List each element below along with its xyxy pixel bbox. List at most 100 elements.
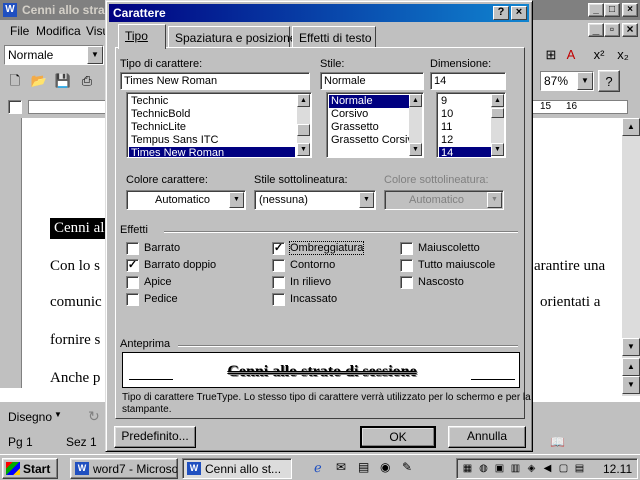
checkbox-pedice[interactable]: Pedice [126,293,178,307]
checkbox-box[interactable]: ✓ [272,242,285,255]
checkbox-box[interactable] [272,259,285,272]
scroll-up-icon[interactable]: ▲ [409,94,422,107]
open-folder-icon[interactable]: 📂 [28,70,50,92]
rotate-icon[interactable]: ↻ [88,408,100,425]
tray-app-icon[interactable]: ▢ [557,462,570,475]
chevron-down-icon[interactable]: ▼ [229,192,244,208]
checkbox-box[interactable]: ✓ [126,259,139,272]
scroll-up-icon[interactable]: ▲ [297,94,310,107]
checkbox-contorno[interactable]: Contorno [272,259,335,273]
size-list[interactable]: 9 10 11 12 14 ▲ ▼ [436,92,506,158]
tray-network-icon[interactable]: ▦ [461,462,474,475]
superscript-icon[interactable]: x² [588,44,610,66]
tray-app-icon[interactable]: ▤ [573,462,586,475]
ok-button[interactable]: OK [360,426,436,448]
scroll-up-icon[interactable]: ▲ [491,94,504,107]
checkbox-box[interactable] [126,276,139,289]
spellcheck-icon[interactable]: 📖 [550,435,565,449]
tray-globe-icon[interactable]: ◍ [477,462,490,475]
list-item-selected[interactable]: 14 [439,147,491,157]
tab-selector[interactable] [8,100,22,114]
checkbox-box[interactable] [400,276,413,289]
scroll-down-icon[interactable]: ▼ [622,338,640,356]
list-item[interactable]: TechnicBold [129,108,295,121]
checkbox-box[interactable] [400,242,413,255]
scroll-down-icon[interactable]: ▼ [409,143,422,156]
chevron-down-icon[interactable]: ▼ [577,72,593,90]
cancel-button[interactable]: Annulla [448,426,526,448]
start-button[interactable]: Start [2,458,58,479]
help-icon[interactable]: ? [598,70,620,92]
style-combo[interactable]: Normale ▼ [4,45,104,65]
font-list-scrollbar[interactable]: ▲ ▼ [297,94,310,156]
list-item[interactable]: 12 [439,134,491,147]
clock[interactable]: 12.11 [603,462,632,476]
checkbox-ombreggiatura[interactable]: ✓ Ombreggiatura [272,241,365,256]
prev-page-icon[interactable]: ▲ [622,358,640,376]
tray-app-icon[interactable]: ▥ [509,462,522,475]
dialog-title-bar[interactable]: Carattere ? × [109,4,529,22]
checkbox-box[interactable] [126,293,139,306]
border-icon[interactable]: ⊞ [540,44,562,66]
style-list-scrollbar[interactable]: ▲ ▼ [409,94,422,156]
list-item[interactable]: Grassetto Corsivo [329,134,409,147]
edit-icon[interactable]: ✎ [402,460,412,474]
tray-volume-icon[interactable]: ◀ [541,462,554,475]
font-input[interactable]: Times New Roman [120,72,310,90]
font-list[interactable]: Technic TechnicBold TechnicLite Tempus S… [126,92,312,158]
size-input[interactable]: 14 [430,72,506,90]
chevron-down-icon[interactable]: ▼ [54,410,62,419]
checkbox-box[interactable] [126,242,139,255]
list-item[interactable]: Tempus Sans ITC [129,134,295,147]
checkbox-incassato[interactable]: Incassato [272,293,337,307]
underline-dropdown[interactable]: (nessuna) ▼ [254,190,376,210]
list-item[interactable]: TechnicLite [129,121,295,134]
ie-icon[interactable]: ℯ [314,460,322,476]
checkbox-box[interactable] [400,259,413,272]
desktop-icon[interactable]: ▤ [358,460,369,474]
tab-effetti-testo[interactable]: Effetti di testo [292,26,376,48]
tray-app-icon[interactable]: ▣ [493,462,506,475]
doc-restore-icon[interactable]: ▫ [604,23,620,37]
scroll-down-icon[interactable]: ▼ [491,143,504,156]
chevron-down-icon[interactable]: ▼ [359,192,374,208]
print-icon[interactable]: ⎙ [76,70,98,92]
list-item[interactable]: 10 [439,108,491,121]
list-item[interactable]: Technic [129,95,295,108]
close-icon[interactable]: × [511,6,527,20]
channel-icon[interactable]: ◉ [380,460,390,474]
list-item[interactable]: Corsivo [329,108,409,121]
list-item[interactable]: Grassetto [329,121,409,134]
default-button[interactable]: Predefinito... [114,426,196,448]
list-item-selected[interactable]: Times New Roman [129,147,295,157]
vertical-scrollbar[interactable]: ▲ ▼ ▲ ▼ [622,118,640,396]
checkbox-box[interactable] [272,293,285,306]
size-list-scrollbar[interactable]: ▲ ▼ [491,94,504,156]
zoom-combo[interactable]: 87% ▼ [540,71,594,91]
help-icon[interactable]: ? [493,6,509,20]
checkbox-tutto-maiuscole[interactable]: Tutto maiuscole [400,259,495,273]
scroll-thumb[interactable] [491,108,504,118]
save-icon[interactable]: 💾 [52,70,74,92]
menu-modifica[interactable]: Modifica [36,24,81,38]
color-dropdown[interactable]: Automatico ▼ [126,190,246,210]
tab-spaziatura[interactable]: Spaziatura e posizione [168,26,296,48]
style-input[interactable]: Normale [320,72,424,90]
tray-app-icon[interactable]: ◈ [525,462,538,475]
maximize-icon[interactable]: □ [604,3,620,17]
minimize-icon[interactable]: _ [588,3,604,17]
checkbox-barrato[interactable]: Barrato [126,242,180,256]
close-icon[interactable]: × [622,3,638,17]
word-app-icon[interactable]: W [3,3,17,17]
draw-menu[interactable]: Disegno [8,410,52,424]
style-list[interactable]: Normale Corsivo Grassetto Grassetto Cors… [326,92,424,158]
checkbox-box[interactable] [272,276,285,289]
new-document-icon[interactable]: 🗋 [4,70,26,92]
menu-file[interactable]: File [10,24,29,38]
scroll-down-icon[interactable]: ▼ [297,143,310,156]
list-item[interactable]: 11 [439,121,491,134]
scroll-thumb[interactable] [297,124,310,136]
doc-minimize-icon[interactable]: _ [588,23,604,37]
font-color-icon[interactable]: A [560,44,582,66]
checkbox-apice[interactable]: Apice [126,276,172,290]
